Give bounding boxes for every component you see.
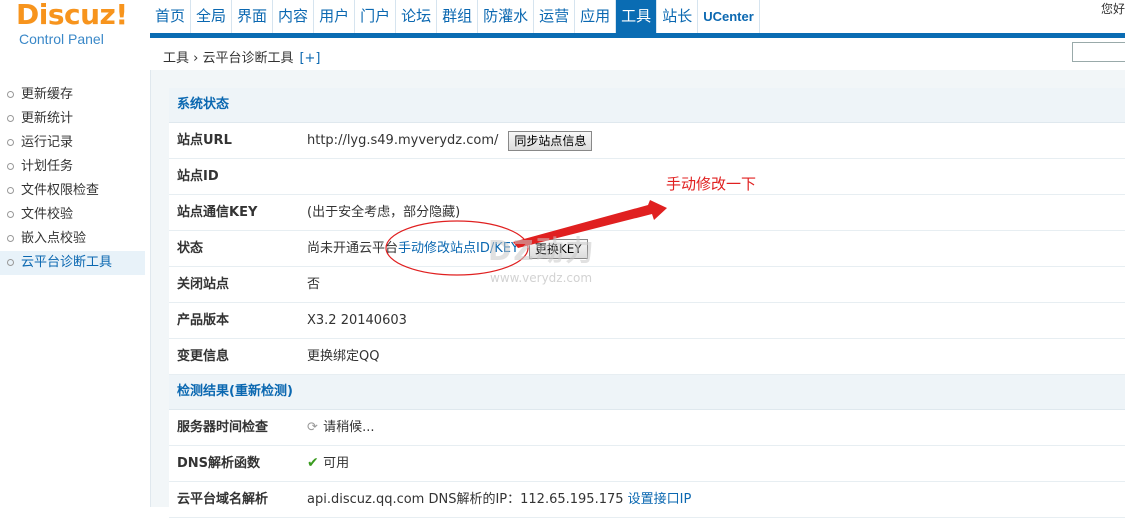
refresh-icon: ⟳ (307, 420, 318, 435)
row-dns: DNS解析函数 ✔ 可用 (169, 446, 1125, 482)
breadcrumb-bar: 工具 › 云平台诊断工具 [+] (150, 38, 1125, 71)
cloud-dns-value: api.discuz.qq.com DNS解析的IP：112.65.195.17… (307, 492, 624, 507)
row-version: 产品版本 X3.2 20140603 (169, 303, 1125, 339)
section-title-system-status: 系统状态 (169, 88, 1125, 123)
set-interface-ip-link[interactable]: 设置接口IP (628, 492, 692, 507)
sidebar-item-cloud-diagnose[interactable]: 云平台诊断工具 (0, 251, 145, 275)
sidebar-item-hook-check[interactable]: 嵌入点校验 (0, 227, 145, 251)
nav-item-operations[interactable]: 运营 (534, 0, 576, 33)
nav-item-apps[interactable]: 应用 (575, 0, 617, 33)
sidebar-item-update-stats[interactable]: 更新统计 (0, 107, 145, 131)
sidebar-item-file-check[interactable]: 文件校验 (0, 203, 145, 227)
add-shortcut-button[interactable]: [+] (299, 51, 320, 66)
sync-site-info-button[interactable]: 同步站点信息 (508, 130, 593, 151)
sidebar-item-cron[interactable]: 计划任务 (0, 155, 145, 179)
server-time-value: 请稍候... (323, 420, 375, 435)
annotation-text: 手动修改一下 (666, 175, 757, 193)
watermark: DZ动力 (488, 234, 596, 267)
check-icon: ✔ (307, 455, 319, 471)
site-closed-value: 否 (307, 277, 321, 292)
row-site-closed: 关闭站点 否 (169, 267, 1125, 303)
site-url-value: http://lyg.s49.myverydz.com/ (307, 133, 499, 148)
search-input[interactable] (1072, 42, 1125, 62)
nav-item-ucenter[interactable]: UCenter (698, 0, 760, 33)
top-header: Discuz! Control Panel 首页 全局 界面 内容 用户 门户 … (0, 0, 1125, 70)
version-value: X3.2 20140603 (307, 313, 407, 328)
nav-item-content[interactable]: 内容 (273, 0, 315, 33)
nav-item-groups[interactable]: 群组 (437, 0, 479, 33)
nav-item-forum[interactable]: 论坛 (396, 0, 438, 33)
sidebar: 更新缓存 更新统计 运行记录 计划任务 文件权限检查 文件校验 嵌入点校验 云平… (0, 70, 151, 507)
row-status: 状态 尚未开通云平台手动修改站点ID/KEY 更换KEY (169, 231, 1125, 267)
section-title-check-results[interactable]: 检测结果(重新检测) (169, 375, 1125, 410)
breadcrumb-path: 工具 › 云平台诊断工具 (163, 51, 294, 66)
main-content: 系统状态 站点URL http://lyg.s49.myverydz.com/同… (151, 70, 1125, 518)
user-greeting: 您好 (1100, 2, 1125, 16)
watermark-sub: www.verydz.com (490, 271, 593, 285)
breadcrumb: 工具 › 云平台诊断工具 [+] (163, 47, 321, 66)
change-bound-qq-link[interactable]: 更换绑定QQ (307, 339, 379, 374)
row-site-key: 站点通信KEY (出于安全考虑，部分隐藏) (169, 195, 1125, 231)
site-key-value: (出于安全考虑，部分隐藏) (307, 205, 461, 220)
status-text: 尚未开通云平台 (307, 241, 399, 256)
dns-value: 可用 (323, 456, 350, 471)
nav-item-antispam[interactable]: 防灌水 (478, 0, 535, 33)
row-server-time: 服务器时间检查 ⟳ 请稍候... (169, 410, 1125, 446)
logo-subtitle: Control Panel (19, 31, 104, 47)
main-nav: 首页 全局 界面 内容 用户 门户 论坛 群组 防灌水 运营 应用 工具 站长 … (150, 0, 760, 33)
diagnose-panel: 系统状态 站点URL http://lyg.s49.myverydz.com/同… (169, 88, 1125, 518)
row-change-info: 变更信息 更换绑定QQ (169, 339, 1125, 375)
nav-item-webmaster[interactable]: 站长 (657, 0, 699, 33)
nav-item-users[interactable]: 用户 (314, 0, 356, 33)
nav-item-tools[interactable]: 工具 (616, 0, 658, 33)
sidebar-item-run-log[interactable]: 运行记录 (0, 131, 145, 155)
sidebar-item-update-cache[interactable]: 更新缓存 (0, 83, 145, 107)
sidebar-item-file-perms[interactable]: 文件权限检查 (0, 179, 145, 203)
nav-item-portal[interactable]: 门户 (355, 0, 397, 33)
row-cloud-dns: 云平台域名解析 api.discuz.qq.com DNS解析的IP：112.6… (169, 482, 1125, 518)
row-site-id: 站点ID (169, 159, 1125, 195)
nav-item-home[interactable]: 首页 (150, 0, 192, 33)
row-site-url: 站点URL http://lyg.s49.myverydz.com/同步站点信息 (169, 123, 1125, 159)
nav-item-interface[interactable]: 界面 (232, 0, 274, 33)
logo[interactable]: Discuz! Control Panel (0, 0, 150, 70)
nav-item-global[interactable]: 全局 (191, 0, 233, 33)
